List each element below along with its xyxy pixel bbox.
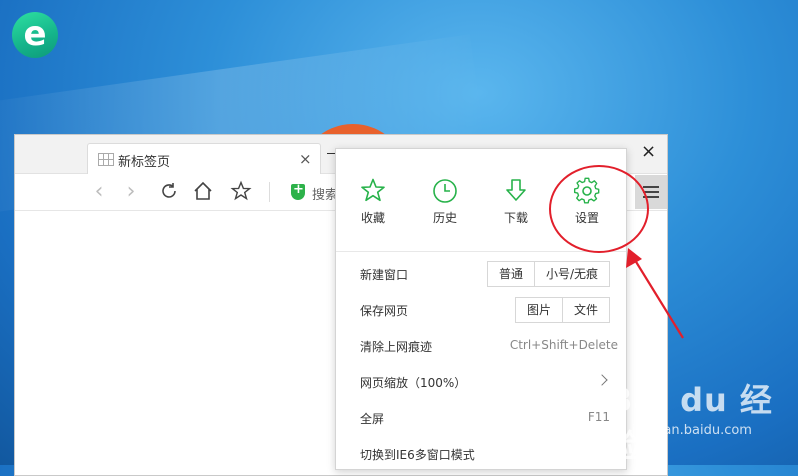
baidu-jingyan-watermark: Bai du 经验 jingyan.baidu.com bbox=[608, 375, 793, 465]
watermark-brand: Bai du 经验 bbox=[608, 381, 773, 465]
watermark-url: jingyan.baidu.com bbox=[632, 423, 752, 438]
